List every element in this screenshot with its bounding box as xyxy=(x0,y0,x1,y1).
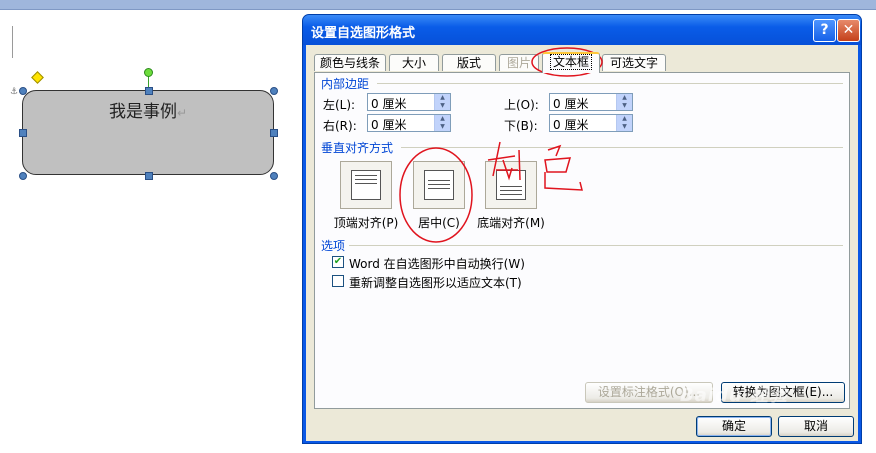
align-top-label: 顶端对齐(P) xyxy=(333,216,399,230)
top-margin-spinner[interactable]: 0 厘米 ▲ ▼ xyxy=(549,93,633,111)
right-margin-label: 右(R): xyxy=(323,119,357,133)
word-wrap-checkbox[interactable]: ✔ xyxy=(332,256,344,268)
resize-to-fit-checkbox[interactable] xyxy=(332,275,344,287)
group-divider xyxy=(349,245,843,246)
tab-colors-lines[interactable]: 颜色与线条 xyxy=(314,54,386,71)
paragraph-mark-icon: ↵ xyxy=(176,106,188,120)
adjustment-handle[interactable] xyxy=(31,71,44,84)
resize-to-fit-label: 重新调整自选图形以适应文本(T) xyxy=(349,276,522,290)
align-bottom-label: 底端对齐(M) xyxy=(477,216,545,230)
align-middle-icon xyxy=(424,170,454,200)
spin-up-icon[interactable]: ▲ xyxy=(435,94,450,102)
resize-handle-e[interactable] xyxy=(270,129,278,137)
bottom-margin-label: 下(B): xyxy=(504,119,538,133)
ok-button[interactable]: 确定 xyxy=(696,416,772,437)
top-margin-value: 0 厘米 xyxy=(553,97,589,111)
resize-handle-sw[interactable] xyxy=(19,172,27,180)
right-margin-value: 0 厘米 xyxy=(371,118,407,132)
close-button[interactable]: ✕ xyxy=(837,19,860,42)
resize-handle-ne[interactable] xyxy=(270,87,278,95)
help-button[interactable]: ? xyxy=(813,19,836,42)
spin-down-icon[interactable]: ▼ xyxy=(617,123,632,131)
dialog-title: 设置自选图形格式 xyxy=(311,26,416,41)
rounded-rectangle-shape[interactable]: 我是事例↵ xyxy=(22,90,274,175)
left-margin-value: 0 厘米 xyxy=(371,97,407,111)
internal-margin-group-label: 内部边距 xyxy=(321,77,370,91)
resize-handle-w[interactable] xyxy=(19,129,27,137)
anchor-icon: ⚓ xyxy=(10,87,19,97)
shape-text[interactable]: 我是事例↵ xyxy=(23,97,273,122)
vertical-alignment-group-label: 垂直对齐方式 xyxy=(321,141,394,155)
bottom-margin-spinner[interactable]: 0 厘米 ▲ ▼ xyxy=(549,114,633,132)
align-bottom-icon xyxy=(496,170,526,200)
align-middle-label: 居中(C) xyxy=(418,216,460,230)
bottom-margin-value: 0 厘米 xyxy=(553,118,589,132)
rotation-handle[interactable] xyxy=(144,68,153,77)
spin-down-icon[interactable]: ▼ xyxy=(435,123,450,131)
word-wrap-label: Word 在自选图形中自动换行(W) xyxy=(349,257,525,271)
spin-down-icon[interactable]: ▼ xyxy=(617,102,632,110)
group-divider xyxy=(377,83,843,84)
page-margin-marker xyxy=(0,26,13,58)
resize-handle-nw[interactable] xyxy=(19,87,27,95)
resize-handle-n[interactable] xyxy=(145,87,153,95)
resize-handle-s[interactable] xyxy=(145,172,153,180)
tab-picture: 图片 xyxy=(499,54,539,71)
tab-layout[interactable]: 版式 xyxy=(442,54,496,71)
format-autoshape-dialog: 设置自选图形格式 ? ✕ 颜色与线条 大小 版式 图片 文本框 可选文字 内部边… xyxy=(302,14,862,444)
tab-size[interactable]: 大小 xyxy=(389,54,439,71)
align-top-icon xyxy=(351,170,381,200)
window-top-strip xyxy=(0,0,876,10)
cancel-button[interactable]: 取消 xyxy=(778,416,854,437)
spin-down-icon[interactable]: ▼ xyxy=(435,102,450,110)
right-margin-spinner[interactable]: 0 厘米 ▲ ▼ xyxy=(367,114,451,132)
tab-alt-text[interactable]: 可选文字 xyxy=(602,54,666,71)
text-box-tab-panel: 内部边距 左(L): 0 厘米 ▲ ▼ 右(R): 0 厘米 ▲ ▼ 上(O): 0… xyxy=(314,72,850,409)
left-margin-label: 左(L): xyxy=(323,98,356,112)
options-group-label: 选项 xyxy=(321,239,346,253)
spin-up-icon[interactable]: ▲ xyxy=(617,94,632,102)
group-divider xyxy=(401,147,843,148)
tab-text-box[interactable]: 文本框 xyxy=(542,52,600,73)
dialog-titlebar[interactable]: 设置自选图形格式 ? ✕ xyxy=(303,15,861,45)
top-margin-label: 上(O): xyxy=(504,98,539,112)
spin-up-icon[interactable]: ▲ xyxy=(617,115,632,123)
align-bottom-button[interactable] xyxy=(485,161,537,209)
spin-up-icon[interactable]: ▲ xyxy=(435,115,450,123)
align-middle-button[interactable] xyxy=(413,161,465,209)
resize-handle-se[interactable] xyxy=(270,172,278,180)
left-margin-spinner[interactable]: 0 厘米 ▲ ▼ xyxy=(367,93,451,111)
align-top-button[interactable] xyxy=(340,161,392,209)
baidu-watermark: Baidu 经验 xyxy=(680,385,789,406)
